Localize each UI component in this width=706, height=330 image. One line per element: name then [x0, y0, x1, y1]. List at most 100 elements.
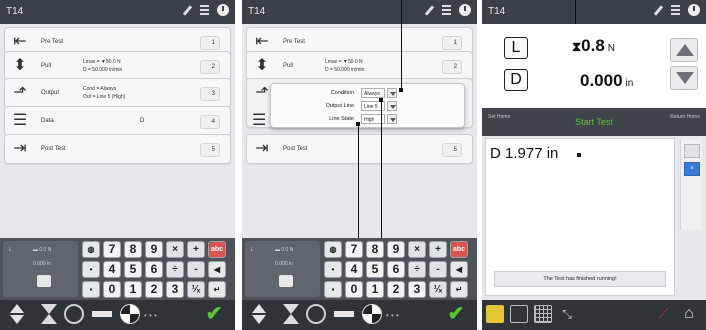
target-icon[interactable] [120, 304, 140, 324]
key[interactable]: × [408, 241, 426, 258]
step-row-post-test[interactable]: ⇥ Post Test 5 [4, 134, 231, 164]
checkmark-icon[interactable]: ✔ [445, 302, 467, 325]
target-icon[interactable] [362, 304, 382, 324]
jog-up-button[interactable] [670, 38, 698, 62]
step-row-output[interactable]: ⬏ Output Cond = Always Out = Line 5 (Hig… [4, 78, 231, 108]
grid-view-icon[interactable] [534, 305, 552, 323]
menu-icon[interactable] [671, 5, 680, 15]
key[interactable]: - [187, 261, 205, 278]
key[interactable]: 2 [387, 281, 405, 298]
checkmark-icon[interactable]: ✔ [203, 302, 225, 325]
key[interactable]: 0 [103, 281, 121, 298]
edit-icon[interactable] [182, 5, 192, 15]
key[interactable]: 9 [387, 241, 405, 258]
key[interactable]: abc [208, 241, 226, 258]
move-up-down-icon[interactable] [6, 303, 28, 325]
condition-row: Condition Always [271, 87, 464, 99]
bar-icon[interactable] [334, 311, 354, 317]
list-view-icon[interactable] [510, 305, 528, 323]
menu-icon[interactable] [200, 5, 209, 15]
key[interactable]: 3 [166, 281, 184, 298]
key[interactable]: + [187, 241, 205, 258]
key[interactable]: 7 [103, 241, 121, 258]
key[interactable]: 8 [124, 241, 142, 258]
key[interactable]: 4 [103, 261, 121, 278]
key[interactable]: 1 [366, 281, 384, 298]
condition-select[interactable]: Always [361, 88, 385, 98]
more-icon[interactable]: • • • [144, 312, 164, 320]
hourglass-icon: ⧗ [572, 39, 582, 54]
return-home-button[interactable]: Return Home [670, 114, 700, 121]
pre-test-icon: ⇤ [13, 33, 27, 50]
chevron-down-icon[interactable] [387, 88, 397, 98]
key[interactable]: ▪ [324, 281, 342, 298]
bottom-toolbar: ⤡ ⟋ ⌂ [482, 300, 706, 330]
log-scrollbar[interactable]: × [680, 140, 702, 230]
step-row-pull[interactable]: ⬍ Pull Lmax = ▼50.0 N D = 50.000 in/min … [4, 51, 231, 81]
key[interactable]: ¹⁄ₓ [429, 281, 447, 298]
clock-icon[interactable] [217, 4, 229, 16]
key[interactable]: ÷ [408, 261, 426, 278]
key[interactable]: ¹⁄ₓ [187, 281, 205, 298]
key[interactable]: - [429, 261, 447, 278]
key[interactable]: ◍ [82, 241, 100, 258]
readout-label: L [9, 247, 12, 253]
key[interactable]: 4 [345, 261, 363, 278]
key[interactable]: 3 [408, 281, 426, 298]
key[interactable]: 6 [145, 261, 163, 278]
key[interactable]: 7 [345, 241, 363, 258]
step-name: Output [41, 90, 60, 96]
pull-icon: ⬍ [13, 57, 27, 74]
bar-icon[interactable] [92, 311, 112, 317]
step-row-data[interactable]: ☰ Data D 4 [4, 106, 231, 136]
key[interactable]: ↵ [450, 281, 468, 298]
step-desc-line: D = 50.000 in/min [325, 67, 365, 73]
home-icon[interactable]: ⌂ [680, 305, 698, 323]
load-readout: ⧗0.8 N [572, 36, 615, 56]
key[interactable]: 6 [387, 261, 405, 278]
key[interactable]: 0 [345, 281, 363, 298]
key[interactable]: 8 [366, 241, 384, 258]
hourglass-icon[interactable] [280, 303, 302, 325]
key[interactable]: ◀ [208, 261, 226, 278]
key[interactable]: ◍ [324, 241, 342, 258]
menu-icon[interactable] [442, 5, 451, 15]
key[interactable]: ◀ [450, 261, 468, 278]
circle-icon[interactable] [306, 304, 326, 324]
results-tab-icon[interactable] [486, 305, 504, 323]
scroll-close-icon[interactable]: × [684, 162, 700, 176]
stop-icon[interactable]: ⟋ [654, 305, 672, 323]
clock-icon[interactable] [459, 4, 471, 16]
load-button[interactable]: L [504, 37, 528, 59]
step-row-pull[interactable]: ⬍ Pull Lmax = ▼50.0 N D = 50.000 in/min … [246, 51, 473, 81]
readout-panel: L ▬ 0.0 N 0.000 in [3, 241, 78, 297]
distance-button[interactable]: D [504, 69, 528, 91]
key[interactable]: 2 [145, 281, 163, 298]
key[interactable]: 5 [366, 261, 384, 278]
step-name: Pre Test [283, 39, 305, 45]
chevron-down-icon[interactable] [387, 114, 397, 124]
hourglass-icon[interactable] [38, 303, 60, 325]
key[interactable]: 9 [145, 241, 163, 258]
scroll-up-button[interactable] [684, 144, 700, 158]
more-icon[interactable]: • • • [386, 312, 406, 320]
move-up-down-icon[interactable] [248, 303, 270, 325]
key[interactable]: × [166, 241, 184, 258]
key[interactable]: + [429, 241, 447, 258]
chevron-down-icon[interactable] [387, 101, 397, 111]
key[interactable]: 5 [124, 261, 142, 278]
key[interactable]: • [324, 261, 342, 278]
edit-icon[interactable] [424, 5, 434, 15]
key[interactable]: 1 [124, 281, 142, 298]
graph-icon[interactable]: ⤡ [558, 305, 576, 323]
edit-icon[interactable] [653, 5, 663, 15]
circle-icon[interactable] [64, 304, 84, 324]
clock-icon[interactable] [688, 4, 700, 16]
key[interactable]: ▪ [82, 281, 100, 298]
key[interactable]: • [82, 261, 100, 278]
key[interactable]: ↵ [208, 281, 226, 298]
step-row-post-test[interactable]: ⇥ Post Test 5 [246, 134, 473, 164]
jog-down-button[interactable] [670, 66, 698, 90]
key[interactable]: abc [450, 241, 468, 258]
key[interactable]: ÷ [166, 261, 184, 278]
